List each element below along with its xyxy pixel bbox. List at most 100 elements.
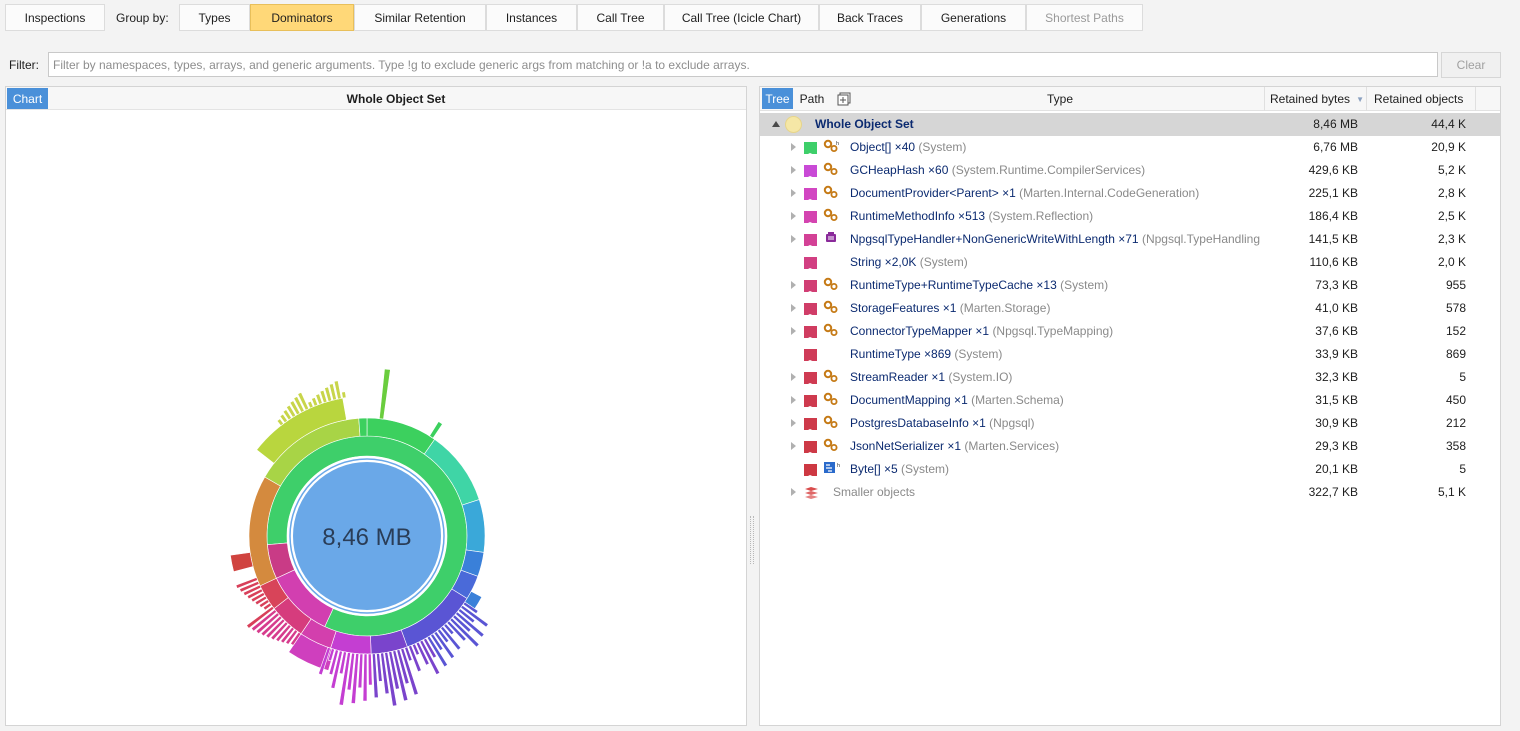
tree-row-bytes: 41,0 KB (1315, 301, 1358, 315)
chart-tab[interactable]: Chart (7, 88, 48, 109)
tree-row[interactable]: ʰ Byte[] ×5 (System) 20,1 KB 5 (760, 458, 1500, 481)
type-namespace: (System.IO) (948, 370, 1013, 384)
tree-row-root[interactable]: Whole Object Set 8,46 MB 44,4 K (760, 113, 1500, 136)
array-gear-icon: ʰ (823, 139, 839, 155)
tree-row-objects: 212 (1445, 416, 1466, 430)
tree-row-smaller-objects[interactable]: Smaller objects 322,7 KB 5,1 K (760, 481, 1500, 504)
tree-row-name: DocumentProvider<Parent> ×1 (Marten.Inte… (850, 186, 1199, 200)
sunburst-segment[interactable] (429, 421, 443, 439)
expand-arrow-icon[interactable] (791, 212, 796, 220)
chart-title: Whole Object Set (346, 91, 446, 106)
filter-input[interactable] (48, 52, 1438, 77)
column-type[interactable]: Type (856, 87, 1264, 111)
type-name: RuntimeType ×869 (850, 347, 952, 361)
tab-dominators[interactable]: Dominators (250, 4, 354, 31)
tree-pane: Tree Path Type Retained bytes ▼ Retained… (759, 86, 1501, 726)
sunburst-segment[interactable] (367, 653, 373, 686)
tab-call-tree[interactable]: Call Tree (577, 4, 664, 31)
type-namespace: (System.Reflection) (988, 209, 1094, 223)
tree-row-bytes: 186,4 KB (1308, 209, 1358, 223)
type-name: PostgresDatabaseInfo ×1 (850, 416, 986, 430)
sunburst-segment[interactable] (341, 391, 347, 399)
tree-row[interactable]: RuntimeMethodInfo ×513 (System.Reflectio… (760, 205, 1500, 228)
tree-row-bytes: 110,6 KB (1309, 255, 1358, 269)
tree-row-bytes: 141,5 KB (1308, 232, 1358, 246)
expand-arrow-icon[interactable] (791, 235, 796, 243)
tab-tree[interactable]: Tree (762, 88, 793, 109)
tree-row-name: ConnectorTypeMapper ×1 (Npgsql.TypeMappi… (850, 324, 1113, 338)
tree-header: Tree Path Type Retained bytes ▼ Retained… (760, 87, 1500, 111)
sunburst-segment[interactable] (379, 368, 391, 420)
sunburst-segment[interactable] (307, 400, 314, 409)
byte-array-icon: ʰ (823, 461, 840, 477)
expand-arrow-icon[interactable] (791, 143, 796, 151)
expand-arrow-icon[interactable] (791, 304, 796, 312)
gear-icon (823, 277, 839, 293)
tree-row-objects: 20,9 K (1431, 140, 1466, 154)
tree-row-bytes: 30,9 KB (1315, 416, 1358, 430)
sunburst-segment[interactable] (358, 417, 368, 437)
sunburst-segment[interactable] (357, 653, 364, 689)
tab-back-traces[interactable]: Back Traces (819, 4, 921, 31)
expand-arrow-icon[interactable] (791, 281, 796, 289)
expand-all-icon[interactable] (834, 88, 854, 109)
tree-row[interactable]: RuntimeType ×869 (System) 33,9 KB 869 (760, 343, 1500, 366)
column-retained-objects[interactable]: Retained objects (1366, 87, 1476, 111)
tree-row[interactable]: ConnectorTypeMapper ×1 (Npgsql.TypeMappi… (760, 320, 1500, 343)
tree-row-objects: 358 (1445, 439, 1466, 453)
tab-instances[interactable]: Instances (486, 4, 577, 31)
expand-arrow-icon[interactable] (791, 488, 796, 496)
tree-row[interactable]: DocumentProvider<Parent> ×1 (Marten.Inte… (760, 182, 1500, 205)
expand-arrow-icon[interactable] (791, 327, 796, 335)
column-retained-bytes[interactable]: Retained bytes ▼ (1264, 87, 1366, 111)
tree-row-objects: 5,2 K (1437, 163, 1466, 177)
pane-splitter[interactable] (750, 516, 754, 564)
type-namespace: (System) (1060, 278, 1109, 292)
tab-types[interactable]: Types (179, 4, 250, 31)
tree-row[interactable]: StreamReader ×1 (System.IO) 32,3 KB 5 (760, 366, 1500, 389)
tree-row-name: JsonNetSerializer ×1 (Marten.Services) (850, 439, 1059, 453)
tab-shortest-paths[interactable]: Shortest Paths (1026, 4, 1143, 31)
tree-row[interactable]: GCHeapHash ×60 (System.Runtime.CompilerS… (760, 159, 1500, 182)
inspections-tab[interactable]: Inspections (5, 4, 105, 31)
sunburst-segment[interactable] (362, 653, 368, 702)
expand-arrow-icon[interactable] (791, 442, 796, 450)
gear-icon (823, 323, 839, 339)
tree-row[interactable]: JsonNetSerializer ×1 (Marten.Services) 29… (760, 435, 1500, 458)
type-namespace: (Marten.Storage) (959, 301, 1051, 315)
tree-row[interactable]: NpgsqlTypeHandler+NonGenericWriteWithLen… (760, 228, 1500, 251)
tab-call-tree-icicle-chart[interactable]: Call Tree (Icicle Chart) (664, 4, 819, 31)
tab-similar-retention[interactable]: Similar Retention (354, 4, 486, 31)
tree-row-name: Whole Object Set (815, 117, 914, 131)
expand-arrow-icon[interactable] (791, 373, 796, 381)
tree-row[interactable]: RuntimeType+RuntimeTypeCache ×13 (System… (760, 274, 1500, 297)
sunburst-chart[interactable]: 8,46 MB (6, 111, 746, 731)
tree-row-name: GCHeapHash ×60 (System.Runtime.CompilerS… (850, 163, 1145, 177)
expand-arrow-icon[interactable] (791, 189, 796, 197)
tab-path[interactable]: Path (794, 88, 830, 109)
sunburst-segment[interactable] (230, 552, 254, 573)
tree-row-objects: 5,1 K (1437, 485, 1466, 499)
tree-row-bytes: 6,76 MB (1313, 140, 1358, 154)
tree-row-objects: 578 (1445, 301, 1466, 315)
type-color-icon (804, 303, 817, 317)
group-by-label: Group by: (116, 11, 169, 25)
type-namespace: (Npgsql) (989, 416, 1035, 430)
tree-row[interactable]: PostgresDatabaseInfo ×1 (Npgsql) 30,9 KB 2… (760, 412, 1500, 435)
type-color-icon (804, 372, 817, 386)
collapse-arrow-icon[interactable] (772, 121, 780, 127)
type-name: String ×2,0K (850, 255, 917, 269)
tree-row[interactable]: ʰ Object[] ×40 (System) 6,76 MB 20,9 K (760, 136, 1500, 159)
clear-button[interactable]: Clear (1441, 52, 1501, 78)
type-namespace: (Npgsql.TypeMapping) (992, 324, 1114, 338)
tree-row[interactable]: String ×2,0K (System) 110,6 KB 2,0 K (760, 251, 1500, 274)
expand-arrow-icon[interactable] (791, 396, 796, 404)
tree-row-name: Object[] ×40 (System) (850, 140, 966, 154)
expand-arrow-icon[interactable] (791, 166, 796, 174)
chart-header: Whole Object Set Chart (6, 87, 746, 110)
tab-generations[interactable]: Generations (921, 4, 1026, 31)
tree-row-bytes: 429,6 KB (1308, 163, 1358, 177)
expand-arrow-icon[interactable] (791, 419, 796, 427)
tree-row[interactable]: DocumentMapping ×1 (Marten.Schema) 31,5 K… (760, 389, 1500, 412)
tree-row[interactable]: StorageFeatures ×1 (Marten.Storage) 41,0 … (760, 297, 1500, 320)
